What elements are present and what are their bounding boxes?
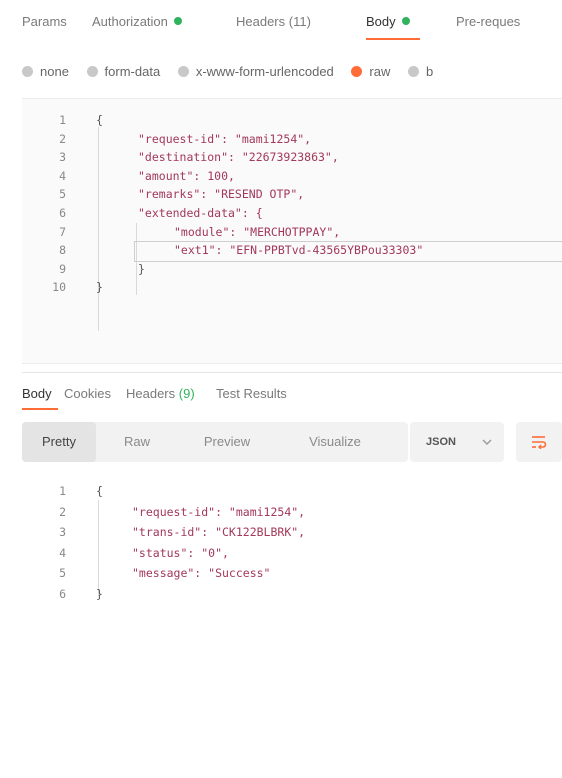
line-number: 2 xyxy=(59,504,66,519)
radio-raw[interactable]: raw xyxy=(351,64,390,79)
code-line: "remarks": "RESEND OTP", xyxy=(138,187,305,202)
tab-label: Pre-reques xyxy=(456,14,521,29)
view-preview-button[interactable]: Preview xyxy=(182,422,272,462)
line-number: 3 xyxy=(59,150,66,165)
tab-authorization[interactable]: Authorization xyxy=(92,14,182,29)
line-number: 10 xyxy=(52,280,66,295)
tab-params[interactable]: Params xyxy=(22,14,67,29)
code-line: "amount": 100, xyxy=(138,168,235,183)
tab-label: Test Results xyxy=(216,386,287,401)
tab-headers[interactable]: Headers (11) xyxy=(236,14,311,29)
radio-label: none xyxy=(40,64,69,79)
radio-circle xyxy=(177,66,189,77)
indent-guide xyxy=(98,500,99,596)
tab-response-body[interactable]: Body xyxy=(22,386,52,401)
line-number: 4 xyxy=(59,168,66,183)
status-dot xyxy=(173,17,182,25)
code-line: "message": "Success" xyxy=(132,566,271,580)
response-body-viewer[interactable]: 1 2 3 4 5 6 { "request-id": "mami1254", … xyxy=(22,480,562,616)
radio-none[interactable]: none xyxy=(22,64,69,79)
view-mode-segmented: Pretty Raw Preview Visualize xyxy=(22,422,408,462)
line-number: 5 xyxy=(59,566,66,580)
radio-label: form-data xyxy=(104,64,161,79)
radio-label: x-www-form-urlencoded xyxy=(195,64,334,79)
tab-label: Cookies xyxy=(64,386,111,401)
header-count: (9) xyxy=(178,386,195,401)
active-tab-underline xyxy=(22,408,58,410)
line-number: 1 xyxy=(59,484,66,498)
request-body-editor[interactable]: 1 2 3 4 5 6 7 8 9 10 { "request-id": "ma… xyxy=(22,98,562,364)
line-number: 6 xyxy=(59,206,66,220)
code-line: } xyxy=(138,261,145,276)
line-number: 4 xyxy=(59,545,66,560)
line-number: 2 xyxy=(59,131,66,146)
tab-cookies[interactable]: Cookies xyxy=(64,386,111,401)
tab-body[interactable]: Body xyxy=(366,14,410,29)
response-toolbar: Pretty Raw Preview Visualize JSON xyxy=(22,422,562,462)
active-tab-underline xyxy=(366,38,420,40)
tab-label: Body xyxy=(22,386,52,401)
radio-label: b xyxy=(426,64,434,79)
format-select[interactable]: JSON xyxy=(410,422,504,462)
line-number: 5 xyxy=(59,187,66,202)
radio-circle xyxy=(22,66,33,77)
line-number: 6 xyxy=(59,586,66,601)
wrap-lines-icon xyxy=(532,436,547,449)
tab-label: Headers xyxy=(126,386,176,401)
line-number: 9 xyxy=(59,261,66,276)
code-line: "module": "MERCHOTPPAY", xyxy=(174,224,341,239)
radio-binary[interactable]: b xyxy=(408,64,433,79)
radio-form-data[interactable]: form-data xyxy=(86,64,161,79)
tab-label: Authorization xyxy=(92,14,168,29)
radio-circle xyxy=(408,66,419,77)
line-number: 8 xyxy=(59,243,66,258)
tab-label: Headers (11) xyxy=(236,14,311,29)
tab-response-headers[interactable]: Headers (9) xyxy=(126,386,195,401)
radio-label: raw xyxy=(369,64,391,79)
status-dot xyxy=(401,17,410,25)
view-raw-button[interactable]: Raw xyxy=(100,422,174,462)
code-line: "extended-data": { xyxy=(138,206,263,220)
tab-label: Params xyxy=(22,14,67,29)
tab-pre-request[interactable]: Pre-reques xyxy=(456,14,520,29)
radio-circle xyxy=(86,66,98,77)
tab-test-results[interactable]: Test Results xyxy=(216,386,287,401)
format-select-value: JSON xyxy=(426,436,456,448)
panel-divider xyxy=(22,372,562,373)
wrap-lines-button[interactable] xyxy=(516,422,562,462)
code-line: { xyxy=(96,484,103,498)
chevron-down-icon xyxy=(482,439,492,445)
code-line: } xyxy=(96,586,103,601)
line-number: 1 xyxy=(59,113,66,127)
code-line: "request-id": "mami1254", xyxy=(132,504,306,519)
current-line-highlight xyxy=(134,241,562,262)
code-line: { xyxy=(96,113,103,127)
code-line: "request-id": "mami1254", xyxy=(138,131,312,146)
line-number: 3 xyxy=(59,525,66,539)
indent-guide xyxy=(98,127,99,331)
code-line: } xyxy=(96,280,103,295)
code-line: "destination": "22673923863", xyxy=(138,150,339,165)
line-number: 7 xyxy=(59,224,66,239)
radio-circle-selected xyxy=(351,66,363,77)
tab-label: Body xyxy=(366,14,396,29)
radio-x-www-form-urlencoded[interactable]: x-www-form-urlencoded xyxy=(177,64,334,79)
view-visualize-button[interactable]: Visualize xyxy=(280,422,390,462)
view-pretty-button[interactable]: Pretty xyxy=(22,422,96,462)
body-type-options: none form-data x-www-form-urlencoded raw… xyxy=(22,64,447,80)
code-line: "trans-id": "CK122BLBRK", xyxy=(132,525,306,539)
code-line: "status": "0", xyxy=(132,545,229,560)
